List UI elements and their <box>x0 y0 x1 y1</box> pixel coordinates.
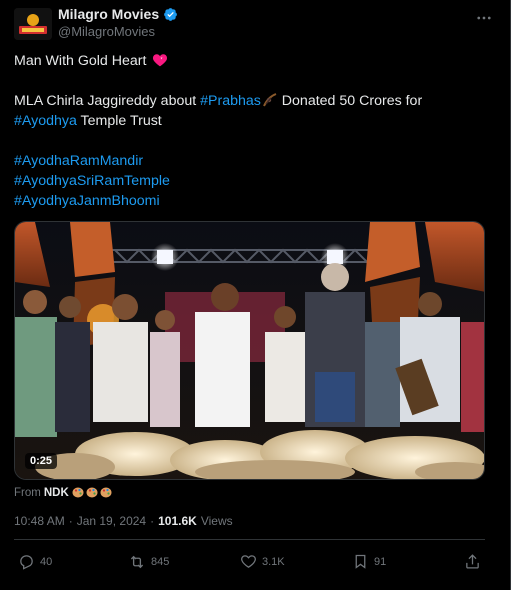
display-name[interactable]: Milagro Movies <box>58 6 159 22</box>
tweet-line-2: MLA Chirla Jaggireddy about #Prabhas Don… <box>14 91 494 111</box>
tweet-line-1-text: Man With Gold Heart <box>14 53 147 69</box>
hashtag-ayodhyasriramtemple[interactable]: #AyodhyaSriRamTemple <box>14 171 494 191</box>
reply-button[interactable]: 40 <box>18 553 52 570</box>
more-options-button[interactable] <box>473 7 495 29</box>
views-label: Views <box>200 514 233 528</box>
hashtag-ayodhya[interactable]: #Ayodhya <box>14 113 77 129</box>
from-label: From <box>14 486 41 499</box>
heart-icon <box>241 555 256 568</box>
milagro-logo <box>14 8 52 40</box>
tweet-line-2-suffix: Donated 50 Crores for <box>277 93 423 109</box>
tweet-text: Man With Gold Heart MLA Chirla Jaggiredd… <box>14 51 494 211</box>
tweet-meta: 10:48 AM · Jan 19, 2024 · 101.6K Views <box>14 514 233 528</box>
hashtag-ayodharammandir[interactable]: #AyodhaRamMandir <box>14 151 494 171</box>
more-icon <box>477 16 491 20</box>
like-count: 3.1K <box>262 555 285 568</box>
tweet-header: Milagro Movies @MilagroMovies <box>14 5 499 45</box>
bookmark-icon <box>355 554 366 569</box>
repost-count: 845 <box>151 556 170 568</box>
reply-icon <box>20 555 33 570</box>
action-bar: 40 845 3.1K 91 <box>14 553 485 577</box>
hashtag-prabhas[interactable]: #Prabhas <box>200 93 261 109</box>
video-player[interactable]: 0:25 <box>14 221 485 480</box>
share-button[interactable] <box>464 553 481 570</box>
repost-button[interactable]: 845 <box>128 553 169 571</box>
repost-icon <box>130 555 144 569</box>
tweet-line-3-suffix: Temple Trust <box>76 113 162 129</box>
heart-emoji-icon <box>153 54 168 67</box>
tweet-time[interactable]: 10:48 AM <box>14 514 65 528</box>
separator: · <box>150 514 155 528</box>
video-source: From NDK <box>14 486 114 499</box>
reply-count: 40 <box>40 555 53 568</box>
from-account-name[interactable]: NDK <box>44 487 69 499</box>
hashtag-ayodhyajanmbhoomi[interactable]: #AyodhyaJanmBhoomi <box>14 191 494 211</box>
tweet-date[interactable]: Jan 19, 2024 <box>77 514 146 528</box>
divider <box>14 539 485 540</box>
bow-arrow-emoji-icon <box>262 93 277 107</box>
handle[interactable]: @MilagroMovies <box>58 24 155 39</box>
tweet-line-2-prefix: MLA Chirla Jaggireddy about <box>14 93 201 109</box>
tweet-line-3: #Ayodhya Temple Trust <box>14 111 494 131</box>
video-frame <box>15 222 484 479</box>
tweet-line-1: Man With Gold Heart <box>14 51 494 71</box>
bookmark-button[interactable]: 91 <box>352 553 386 570</box>
like-button[interactable]: 3.1K <box>240 553 285 570</box>
views-count: 101.6K <box>158 514 197 528</box>
bookmark-count: 91 <box>374 555 387 568</box>
verified-badge-icon <box>164 7 178 21</box>
share-icon <box>466 554 479 569</box>
avatar[interactable] <box>14 8 52 40</box>
palette-emoji-icon <box>72 487 112 498</box>
separator: · <box>68 514 73 528</box>
video-duration: 0:25 <box>25 453 58 469</box>
